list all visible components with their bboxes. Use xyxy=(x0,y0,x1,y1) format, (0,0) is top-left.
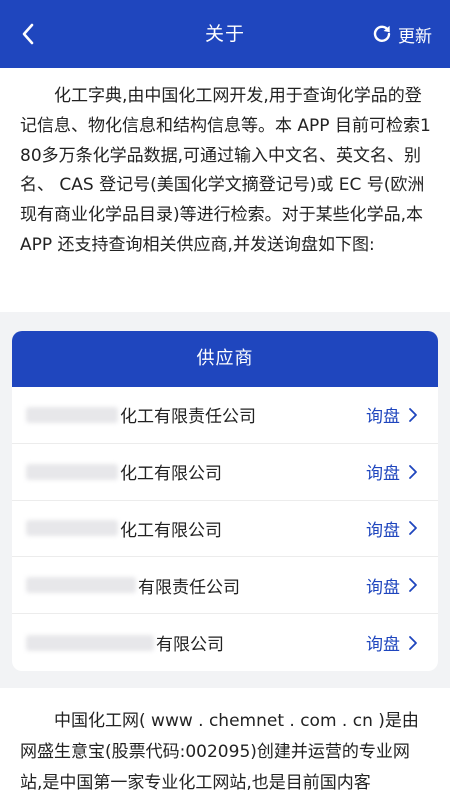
inquiry-button[interactable]: 询盘 xyxy=(366,557,418,613)
supplier-row[interactable]: 化工有限责任公司 询盘 xyxy=(12,387,438,444)
chevron-right-icon xyxy=(409,521,417,536)
supplier-card: 供应商 化工有限责任公司 询盘 化工有限公司 询盘 化工有限公司 询盘 有限责任… xyxy=(12,331,438,671)
supplier-row[interactable]: 化工有限公司 询盘 xyxy=(12,444,438,501)
inquiry-label: 询盘 xyxy=(366,464,400,485)
blurred-company-prefix xyxy=(26,406,118,423)
chevron-right-icon xyxy=(409,578,417,593)
supplier-card-title: 供应商 xyxy=(12,331,438,387)
supplier-name: 化工有限公司 xyxy=(120,520,222,541)
inquiry-button[interactable]: 询盘 xyxy=(366,614,418,671)
refresh-icon xyxy=(373,25,391,42)
chevron-right-icon xyxy=(409,635,417,650)
inquiry-label: 询盘 xyxy=(366,635,400,656)
intro-paragraph: 化工字典,由中国化工网开发,用于查询化学品的登记信息、物化信息和结构信息等。本 … xyxy=(20,86,431,255)
chevron-right-icon xyxy=(409,464,417,479)
top-app-bar: 关于 更新 xyxy=(0,0,450,68)
blurred-company-prefix xyxy=(26,577,136,594)
supplier-name: 化工有限责任公司 xyxy=(120,407,256,428)
about-chemnet-paragraph: 中国化工网( www . chemnet . com . cn )是由网盛生意宝… xyxy=(20,711,419,793)
inquiry-button[interactable]: 询盘 xyxy=(366,387,418,443)
chevron-right-icon xyxy=(409,407,417,422)
supplier-name: 有限公司 xyxy=(156,635,224,656)
blurred-company-prefix xyxy=(26,463,118,480)
blurred-company-prefix xyxy=(26,520,118,537)
supplier-name: 化工有限公司 xyxy=(120,464,222,485)
inquiry-button[interactable]: 询盘 xyxy=(366,501,418,557)
inquiry-label: 询盘 xyxy=(366,520,400,541)
supplier-row[interactable]: 有限责任公司 询盘 xyxy=(12,557,438,615)
inquiry-label: 询盘 xyxy=(366,407,400,428)
supplier-row[interactable]: 化工有限公司 询盘 xyxy=(12,501,438,558)
blurred-company-prefix xyxy=(26,634,154,651)
update-label: 更新 xyxy=(398,26,432,47)
update-button[interactable]: 更新 xyxy=(372,0,432,68)
inquiry-label: 询盘 xyxy=(366,577,400,598)
supplier-row[interactable]: 有限公司 询盘 xyxy=(12,614,438,671)
supplier-name: 有限责任公司 xyxy=(138,577,240,598)
inquiry-button[interactable]: 询盘 xyxy=(366,444,418,500)
